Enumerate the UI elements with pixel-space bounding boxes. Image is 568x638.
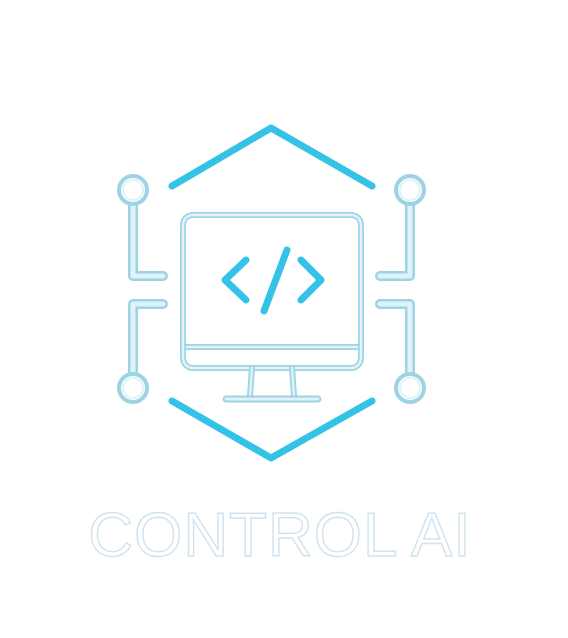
monitor-icon [180, 212, 364, 403]
code-bracket-left [221, 256, 250, 304]
code-bracket-right [297, 256, 325, 304]
hexagon-top [168, 124, 376, 190]
code-brackets-icon [221, 246, 325, 315]
code-slash [260, 246, 291, 315]
logo: CONTROL AI [0, 0, 568, 638]
brand-wordmark: CONTROL AI [88, 501, 472, 570]
hexagon-bottom [168, 397, 376, 462]
trace-left-lower [128, 299, 168, 377]
trace-right-upper [375, 198, 415, 281]
trace-left-upper [128, 198, 168, 281]
trace-right-lower [375, 299, 415, 377]
monitor-stand [247, 365, 297, 399]
